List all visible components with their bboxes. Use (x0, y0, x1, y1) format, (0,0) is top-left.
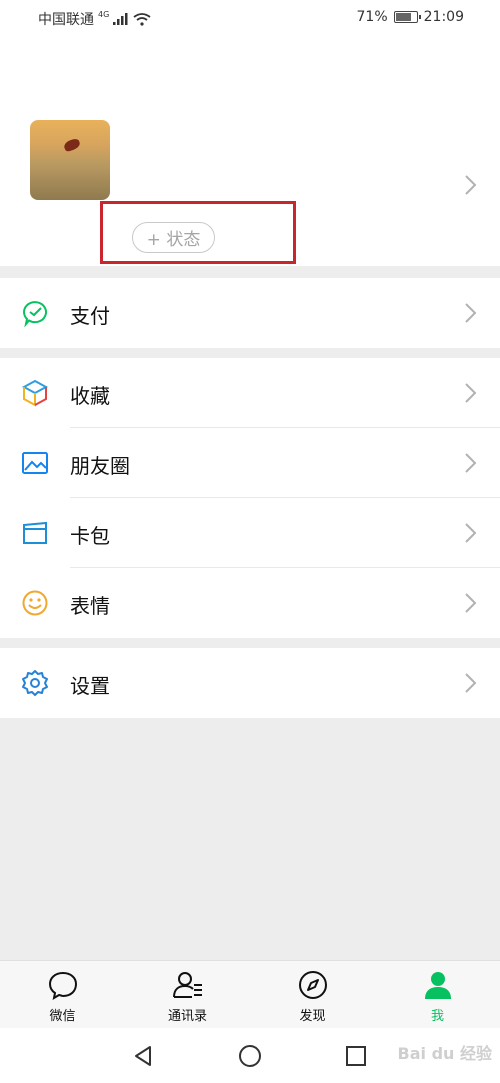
menu-label-card-wallet: 卡包 (70, 524, 110, 548)
menu-label-pay: 支付 (70, 304, 110, 328)
carrier-name: 中国联通 (38, 12, 94, 28)
clock: 21:09 (423, 9, 464, 25)
me-icon (424, 972, 451, 999)
chevron-right-icon (465, 383, 477, 403)
chevron-right-icon (465, 453, 477, 473)
avatar[interactable] (30, 120, 110, 200)
chevron-right-icon (465, 593, 477, 613)
tab-label-discover: 发现 (299, 1009, 326, 1024)
network-type: 4G (98, 9, 110, 19)
chevron-right-icon (465, 303, 477, 323)
back-icon[interactable] (131, 1044, 155, 1068)
recents-icon[interactable] (344, 1044, 368, 1068)
tab-label-chats: 微信 (49, 1009, 76, 1024)
tab-chats[interactable]: 微信 (0, 961, 125, 1028)
pay-icon (22, 301, 47, 327)
battery-icon (393, 11, 421, 23)
wifi-icon (133, 12, 151, 26)
profile-header[interactable]: + 状态 (0, 34, 500, 266)
settings-group: 设置 (0, 648, 500, 718)
settings-icon (22, 670, 48, 696)
tab-label-contacts: 通讯录 (167, 1009, 207, 1024)
menu-item-settings[interactable]: 设置 (0, 648, 500, 718)
menu-item-card-wallet[interactable]: 卡包 (0, 498, 500, 568)
bottom-tab-bar: 微信 通讯录 发现 我 (0, 960, 500, 1028)
menu-label-moments: 朋友圈 (70, 454, 130, 478)
pay-group: 支付 (0, 278, 500, 348)
status-left: 中国联通 4G (38, 9, 151, 29)
status-right: 71% 21:09 (357, 9, 464, 25)
favorites-icon (21, 379, 49, 407)
status-bar: 中国联通 4G 71% 21:09 (0, 0, 500, 34)
menu-label-stickers: 表情 (70, 594, 110, 618)
menu-label-settings: 设置 (70, 674, 110, 698)
moments-icon (22, 452, 48, 474)
menu-item-moments[interactable]: 朋友圈 (0, 428, 500, 498)
tab-discover[interactable]: 发现 (250, 961, 375, 1028)
tab-me[interactable]: 我 (375, 961, 500, 1028)
tab-contacts[interactable]: 通讯录 (125, 961, 250, 1028)
menu-label-favorites: 收藏 (70, 384, 110, 408)
card-wallet-icon (23, 521, 47, 544)
home-icon[interactable] (238, 1044, 262, 1068)
battery-percent: 71% (356, 9, 388, 25)
chat-icon (48, 971, 77, 1001)
contacts-icon (172, 972, 202, 998)
menu-item-stickers[interactable]: 表情 (0, 568, 500, 638)
tab-label-me: 我 (430, 1009, 444, 1024)
add-status-label: + 状态 (146, 230, 201, 250)
signal-icon (113, 13, 128, 25)
features-group: 收藏 朋友圈 卡包 表情 (0, 358, 500, 638)
discover-icon (298, 971, 327, 999)
menu-item-favorites[interactable]: 收藏 (0, 358, 500, 428)
chevron-right-icon (465, 673, 477, 693)
chevron-right-icon (465, 523, 477, 543)
add-status-button[interactable]: + 状态 (132, 222, 215, 253)
sticker-icon (22, 590, 48, 616)
watermark: Bai du 经验 (397, 1044, 492, 1063)
menu-item-pay[interactable]: 支付 (0, 278, 500, 348)
chevron-right-icon (465, 175, 477, 195)
